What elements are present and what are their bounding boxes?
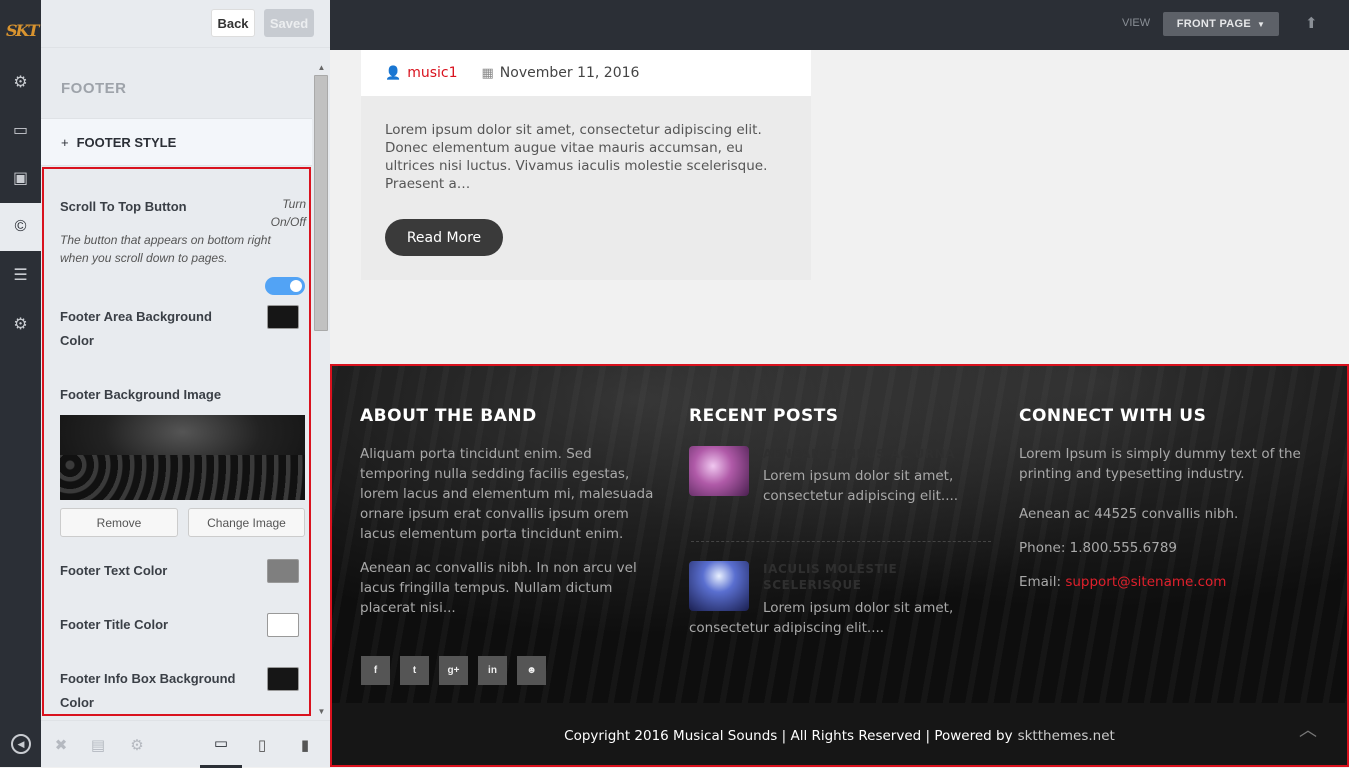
copyright-text: Copyright 2016 Musical Sounds | All Righ… [564, 728, 1013, 744]
scroll-down-arrow-icon[interactable]: ▼ [313, 704, 330, 718]
footer-bg-image-preview[interactable] [60, 415, 305, 500]
copyright-bar: Copyright 2016 Musical Sounds | All Righ… [332, 703, 1347, 765]
saved-button[interactable]: Saved [264, 9, 314, 37]
scroll-top-toggle[interactable] [265, 277, 305, 295]
recent-post-thumbnail[interactable] [689, 446, 749, 496]
toggle-knob [290, 280, 302, 292]
about-paragraph-2: Aenean ac convallis nibh. In non arcu ve… [360, 560, 637, 616]
card-icon[interactable]: ▭ [0, 118, 41, 142]
skype-icon[interactable]: ☻ [517, 656, 546, 685]
customizer-rail: SKT ⚙ ▭ ▣ © ☰ ⚙ ◀ [0, 0, 41, 767]
recent-post-title[interactable]: IACULIS MOLESTIE SCELERISQUE [763, 561, 983, 593]
scroll-up-arrow-icon[interactable]: ▲ [313, 60, 330, 74]
site-footer: ABOUT THE BAND Aliquam porta tincidunt e… [330, 364, 1349, 767]
change-image-button[interactable]: Change Image [188, 508, 305, 537]
post-excerpt: Lorem ipsum dolor sit amet, consectetur … [385, 122, 768, 192]
connect-phone: Phone: 1.800.555.6789 [1019, 540, 1178, 556]
footer-title-color-label: Footer Title Color [60, 617, 169, 632]
footer-bg-image-label: Footer Background Image [60, 387, 222, 402]
recent-post[interactable]: AENEAN TEMPUS AC URNA Lorem ipsum dolor … [689, 446, 989, 516]
view-label: VIEW [1122, 17, 1151, 29]
footer-text-color-swatch[interactable] [267, 559, 299, 583]
copyright-icon[interactable]: © [0, 203, 41, 251]
powered-by-link[interactable]: sktthemes.net [1018, 728, 1115, 744]
crowd-image [60, 455, 305, 500]
collapse-icon[interactable]: ◀ [11, 734, 31, 754]
email-link[interactable]: support@sitename.com [1065, 574, 1226, 590]
post-date: November 11, 2016 [499, 65, 640, 81]
calendar-icon: ▦ [481, 65, 494, 81]
book-icon[interactable]: ▤ [88, 721, 108, 768]
footer-info-bg-swatch[interactable] [267, 667, 299, 691]
front-page-dropdown[interactable]: FRONT PAGE ▼ [1163, 12, 1279, 36]
social-icons: f t g+ in ☻ [361, 656, 556, 685]
gear-icon[interactable]: ⚙ [0, 312, 41, 336]
about-title: ABOUT THE BAND [360, 406, 537, 426]
recent-post-text: Lorem ipsum dolor sit amet, consectetur … [689, 600, 954, 636]
front-page-label: FRONT PAGE [1176, 18, 1252, 30]
recent-post-title[interactable]: AENEAN TEMPUS AC URNA [763, 446, 983, 462]
footer-area-bg-swatch[interactable] [267, 305, 299, 329]
settings-icon[interactable]: ⚙ [127, 721, 147, 768]
about-column: ABOUT THE BAND Aliquam porta tincidunt e… [360, 406, 660, 618]
google-plus-icon[interactable]: g+ [439, 656, 468, 685]
monitor-icon[interactable]: ▣ [0, 166, 41, 190]
facebook-icon[interactable]: f [361, 656, 390, 685]
panel-scrollbar[interactable]: ▲ ▼ [313, 58, 330, 718]
connect-address: Aenean ac 44525 convallis nibh. [1019, 506, 1239, 522]
arrow-up-icon[interactable]: ⬆ [1305, 14, 1318, 32]
linkedin-icon[interactable]: in [478, 656, 507, 685]
plus-icon: + [61, 134, 69, 150]
section-title: FOOTER [61, 80, 127, 97]
footer-style-label: FOOTER STYLE [76, 134, 177, 150]
recent-post-divider [691, 541, 991, 542]
customizer-panel: Back Saved FOOTER + FOOTER STYLE Scroll … [41, 0, 330, 768]
list-icon[interactable]: ☰ [0, 263, 41, 287]
skt-logo: SKT [6, 21, 39, 40]
scrollbar-thumb[interactable] [314, 75, 328, 331]
post-meta: 👤 music1 ▦ November 11, 2016 [361, 50, 811, 96]
footer-text-color-label: Footer Text Color [60, 563, 168, 578]
connect-title: CONNECT WITH US [1019, 406, 1207, 426]
footer-area-bg-label: Footer Area Background Color [60, 309, 212, 348]
scroll-to-top-icon[interactable]: ︿ [1299, 716, 1317, 742]
footer-controls: Scroll To Top Button Turn On/Off The but… [42, 167, 311, 716]
recent-posts-column: RECENT POSTS [689, 406, 989, 426]
tablet-device-icon[interactable]: ▯ [252, 721, 272, 768]
remove-image-button[interactable]: Remove [60, 508, 178, 537]
twitter-icon[interactable]: t [400, 656, 429, 685]
footer-info-bg-label: Footer Info Box Background Color [60, 671, 236, 710]
site-preview: VIEW FRONT PAGE ▼ ⬆ 👤 music1 ▦ November … [330, 0, 1349, 767]
mobile-device-icon[interactable]: ▮ [295, 721, 315, 768]
scroll-top-hint: Turn On/Off [270, 197, 306, 229]
post-author[interactable]: music1 [407, 65, 457, 81]
scroll-top-label: Scroll To Top Button [60, 199, 187, 214]
scroll-top-desc: The button that appears on bottom right … [60, 233, 271, 265]
preview-topbar: VIEW FRONT PAGE ▼ ⬆ [330, 0, 1349, 50]
connect-text: Lorem Ipsum is simply dummy text of the … [1019, 446, 1301, 482]
back-button[interactable]: Back [211, 9, 255, 37]
connect-email-row: Email: support@sitename.com [1019, 572, 1329, 592]
panel-footer-bar: ✖ ▤ ⚙ ▭ ▯ ▮ [41, 720, 330, 768]
settings-gear-icon[interactable]: ⚙ [0, 70, 41, 94]
footer-style-section[interactable]: + FOOTER STYLE [41, 118, 312, 166]
desktop-device-icon[interactable]: ▭ [200, 721, 242, 768]
recent-post[interactable]: IACULIS MOLESTIE SCELERISQUE Lorem ipsum… [689, 561, 989, 641]
read-more-button[interactable]: Read More [385, 219, 503, 256]
post-body: Lorem ipsum dolor sit amet, consectetur … [361, 96, 811, 280]
panel-topbar: Back Saved [41, 0, 330, 48]
email-label: Email: [1019, 574, 1062, 590]
recent-posts-title: RECENT POSTS [689, 406, 839, 426]
close-icon[interactable]: ✖ [51, 721, 71, 768]
about-paragraph-1: Aliquam porta tincidunt enim. Sed tempor… [360, 446, 654, 542]
chevron-down-icon: ▼ [1257, 19, 1266, 29]
recent-post-text: Lorem ipsum dolor sit amet, consectetur … [763, 468, 959, 504]
connect-column: CONNECT WITH US Lorem Ipsum is simply du… [1019, 406, 1329, 592]
user-icon: 👤 [385, 65, 402, 81]
footer-title-color-swatch[interactable] [267, 613, 299, 637]
